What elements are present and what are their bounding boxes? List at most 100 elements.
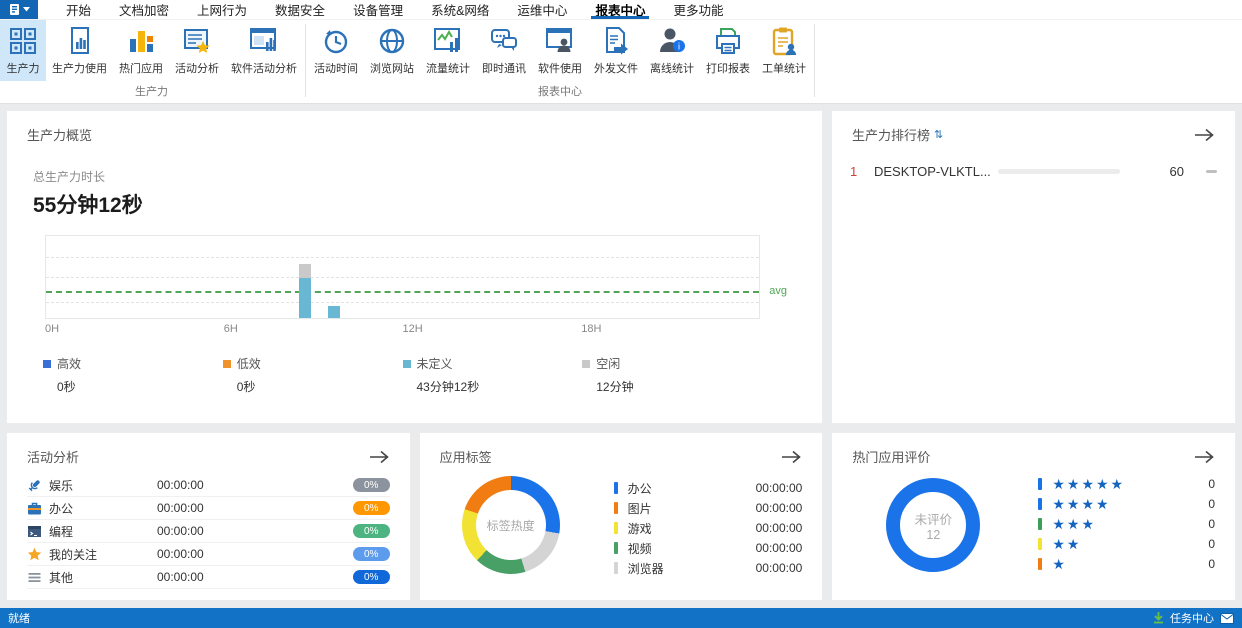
menu-item-8[interactable]: 更多功能	[659, 0, 737, 19]
menu-item-7[interactable]: 报表中心	[581, 0, 659, 19]
ring-center-value: 12	[926, 527, 941, 542]
tag-legend-row-图片[interactable]: 图片 00:00:00	[613, 498, 802, 518]
rating-row-1-star[interactable]: ★ 0	[1038, 554, 1215, 574]
doc-export-icon	[601, 24, 631, 58]
legend-item-空闲: 空闲 12分钟	[582, 355, 762, 395]
chat-icon	[489, 24, 519, 58]
tag-legend-row-游戏[interactable]: 游戏 00:00:00	[613, 518, 802, 538]
ribbon-button-即时通讯[interactable]: 即时通讯	[476, 20, 532, 81]
ribbon-separator	[814, 24, 815, 97]
ribbon-group-label: 生产力	[135, 86, 168, 98]
tag-legend-row-浏览器[interactable]: 浏览器 00:00:00	[613, 558, 802, 578]
percent-badge: 0%	[352, 524, 390, 538]
activity-row-我的关注[interactable]: 我的关注 00:00:00 0%	[27, 543, 390, 566]
gridline	[46, 277, 759, 278]
menu-item-6[interactable]: 运维中心	[503, 0, 581, 19]
ribbon-button-离线统计[interactable]: i 离线统计	[644, 20, 700, 81]
chart-bar-hour-9	[328, 305, 341, 318]
rating-row-5-star[interactable]: ★★★★★ 0	[1038, 474, 1215, 494]
legend-item-低效: 低效 0秒	[222, 355, 403, 395]
star-icons: ★	[1052, 555, 1067, 572]
ribbon-group: 生产力 生产力使用 热门应用 活动分析 软件活动分析 生产力	[0, 20, 303, 103]
productivity-bar-chart: avg	[45, 235, 787, 319]
ribbon: 生产力 生产力使用 热门应用 活动分析 软件活动分析 生产力 活动时间 浏览网站…	[0, 20, 1242, 104]
grid-icon	[8, 24, 38, 58]
menu-item-4[interactable]: 设备管理	[339, 0, 417, 19]
ribbon-button-流量统计[interactable]: 流量统计	[420, 20, 476, 81]
x-tick-label: 0H	[45, 323, 60, 335]
panel-title: 活动分析	[27, 450, 80, 465]
ribbon-button-生产力[interactable]: 生产力	[0, 20, 46, 81]
briefcase-icon	[27, 501, 42, 516]
tag-legend-row-办公[interactable]: 办公 00:00:00	[613, 478, 802, 498]
window-user-icon	[545, 24, 575, 58]
tag-legend: 办公 00:00:00 图片 00:00:00 游戏 00:00:00 视频 0…	[613, 478, 802, 578]
activity-row-其他[interactable]: 其他 00:00:00 0%	[27, 566, 390, 589]
printer-icon	[713, 24, 743, 58]
chart-bar-hour-8	[298, 264, 311, 318]
ribbon-button-活动时间[interactable]: 活动时间	[308, 20, 364, 81]
clipboard-user-icon	[769, 24, 799, 58]
ribbon-button-生产力使用[interactable]: 生产力使用	[46, 20, 113, 81]
ribbon-button-软件使用[interactable]: 软件使用	[532, 20, 588, 81]
star-icons: ★★★★★	[1052, 475, 1126, 492]
panel-productivity-ranking: 生产力排行榜 ⇅ 1 DESKTOP-VLKTL... 60	[831, 110, 1236, 424]
tag-legend-row-视频[interactable]: 视频 00:00:00	[613, 538, 802, 558]
bar-chart-icon	[126, 24, 156, 58]
activity-row-编程[interactable]: 编程 00:00:00 0%	[27, 520, 390, 543]
panel-productivity-overview: 生产力概览 总生产力时长 55分钟12秒 avg 0H 6H 12H 18H 高效 0…	[6, 110, 823, 424]
score-progress	[998, 169, 1120, 174]
percent-badge: 0%	[352, 478, 390, 492]
menu-item-0[interactable]: 开始	[52, 0, 105, 19]
task-center-button[interactable]: 任务中心	[1170, 610, 1214, 626]
main-content: 生产力概览 总生产力时长 55分钟12秒 avg 0H 6H 12H 18H 高效 0…	[0, 104, 1242, 608]
rating-row-3-star[interactable]: ★★★ 0	[1038, 514, 1215, 534]
chart-legend: 高效 0秒 低效 0秒 未定义 43分钟12秒 空闲 12分钟	[43, 355, 762, 395]
ribbon-button-工单统计[interactable]: 工单统计	[756, 20, 812, 81]
ribbon-button-热门应用[interactable]: 热门应用	[113, 20, 169, 81]
rating-row-2-star[interactable]: ★★ 0	[1038, 534, 1215, 554]
ribbon-button-活动分析[interactable]: 活动分析	[169, 20, 225, 81]
open-app-tags-arrow[interactable]	[780, 449, 802, 465]
x-axis-labels: 0H 6H 12H 18H	[45, 323, 760, 339]
menu-item-3[interactable]: 数据安全	[261, 0, 339, 19]
code-window-icon	[27, 524, 42, 539]
doc-chart-icon	[65, 24, 95, 58]
menu-item-2[interactable]: 上网行为	[183, 0, 261, 19]
open-ranking-arrow[interactable]	[1193, 127, 1215, 143]
x-tick-label: 6H	[223, 323, 238, 335]
panel-title: 热门应用评价	[852, 450, 931, 465]
legend-swatch	[582, 359, 591, 368]
app-menu-button[interactable]	[0, 0, 38, 19]
star-icons: ★★★	[1052, 515, 1096, 532]
ribbon-button-外发文件[interactable]: 外发文件	[588, 20, 644, 81]
download-icon[interactable]	[1153, 612, 1164, 624]
status-bar: 就绪 任务中心	[0, 608, 1242, 628]
chevron-down-icon	[22, 7, 30, 12]
ranking-row[interactable]: 1 DESKTOP-VLKTL... 60	[850, 164, 1217, 179]
panel-title: 生产力概览	[27, 128, 93, 143]
menu-icon	[27, 570, 42, 585]
activity-row-办公[interactable]: 办公 00:00:00 0%	[27, 497, 390, 520]
rating-row-4-star[interactable]: ★★★★ 0	[1038, 494, 1215, 514]
open-activity-arrow[interactable]	[368, 449, 390, 465]
total-productivity-label: 总生产力时长	[33, 170, 106, 184]
window-chart-icon	[249, 24, 279, 58]
total-productivity-value: 55分钟12秒	[33, 194, 143, 217]
percent-badge: 0%	[352, 570, 390, 584]
average-line: avg	[46, 285, 787, 297]
microphone-icon	[27, 478, 42, 493]
activity-row-娱乐[interactable]: 娱乐 00:00:00 0%	[27, 474, 390, 497]
message-icon[interactable]	[1220, 612, 1234, 624]
panel-app-ratings: 热门应用评价 未评价 12 ★★★★★ 0 ★★★★ 0 ★★★ 0 ★★ 0 …	[831, 432, 1237, 601]
rating-donut-chart: 未评价 12	[886, 478, 981, 572]
ribbon-button-浏览网站[interactable]: 浏览网站	[364, 20, 420, 81]
sort-icon[interactable]: ⇅	[934, 128, 943, 141]
menu-item-5[interactable]: 系统&网络	[417, 0, 503, 19]
ribbon-button-打印报表[interactable]: 打印报表	[700, 20, 756, 81]
menu-item-1[interactable]: 文档加密	[105, 0, 183, 19]
app-logo-icon	[9, 3, 21, 16]
ribbon-button-软件活动分析[interactable]: 软件活动分析	[225, 20, 303, 81]
globe-icon	[377, 24, 407, 58]
open-ratings-arrow[interactable]	[1193, 449, 1215, 465]
